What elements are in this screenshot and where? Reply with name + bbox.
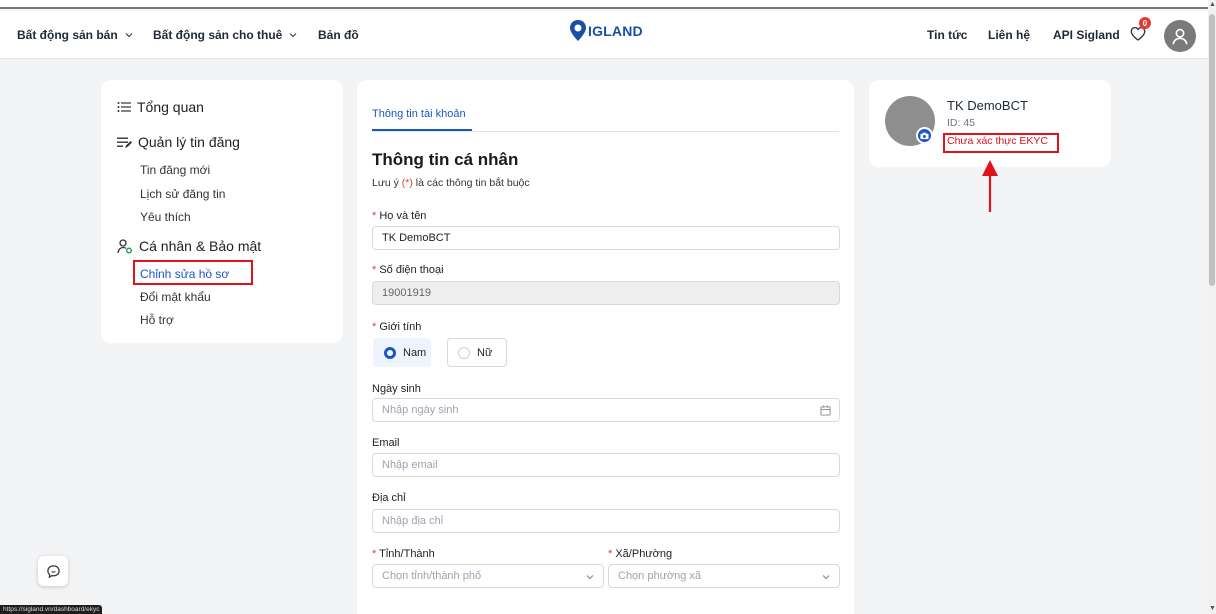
profile-name: TK DemoBCT — [947, 98, 1028, 113]
nav-api-link[interactable]: API Sigland — [1053, 28, 1120, 42]
sidebar-item-favorites[interactable]: Yêu thích — [140, 210, 191, 224]
scroll-up-arrow-icon[interactable]: ▲ — [1209, 1, 1216, 8]
birthday-label: Ngày sinh — [372, 383, 421, 395]
province-label-text: Tỉnh/Thành — [379, 548, 435, 560]
nav-news-link[interactable]: Tin tức — [927, 28, 967, 42]
profile-id: ID: 45 — [947, 117, 976, 129]
sidebar-account-title: Cá nhân & Bảo mật — [139, 238, 262, 254]
nav-sale-menu[interactable]: Bất động sản bán — [17, 28, 134, 42]
nav-map-link[interactable]: Bản đồ — [318, 28, 359, 42]
change-avatar-button[interactable] — [916, 127, 933, 144]
required-asterisk: * — [372, 210, 377, 222]
sidebar-item-listing-history[interactable]: Lịch sử đăng tin — [140, 187, 225, 201]
chat-support-button[interactable] — [38, 556, 68, 586]
nav-map-label: Bản đồ — [318, 28, 359, 42]
ward-label-text: Xã/Phường — [615, 548, 673, 560]
required-note-prefix: Lưu ý — [372, 177, 402, 189]
gender-label: * Giới tính — [372, 321, 421, 333]
nav-contact-link[interactable]: Liên hệ — [988, 28, 1030, 42]
favorites-button[interactable]: 0 — [1129, 17, 1151, 45]
fullname-label-text: Họ và tên — [379, 210, 427, 222]
browser-top-edge — [0, 0, 1216, 9]
province-placeholder: Chọn tỉnh/thành phố — [382, 570, 482, 582]
sidebar-item-overview[interactable]: Tổng quan — [117, 99, 204, 115]
email-input[interactable]: Nhập email — [372, 453, 840, 477]
gender-option-female[interactable]: Nữ — [447, 338, 507, 367]
top-navbar: Bất động sản bán Bất động sản cho thuê B… — [0, 11, 1208, 59]
nav-rent-menu[interactable]: Bất động sản cho thuê — [153, 28, 298, 42]
calendar-icon[interactable] — [820, 405, 831, 416]
sidebar-menu-card: Tổng quan Quản lý tin đăng Tin đăng mới … — [101, 80, 343, 343]
scrollbar-thumb[interactable] — [1209, 14, 1215, 286]
sidebar-group-account[interactable]: Cá nhân & Bảo mật — [117, 238, 261, 254]
sidebar-listings-title: Quản lý tin đăng — [138, 134, 240, 150]
ward-placeholder: Chọn phường xã — [618, 570, 702, 582]
email-label: Email — [372, 437, 400, 449]
fullname-input[interactable]: TK DemoBCT — [372, 226, 840, 250]
required-note-mark: (*) — [401, 177, 413, 189]
chevron-down-icon — [822, 575, 830, 580]
phone-input: 19001919 — [372, 281, 840, 305]
ward-label: * Xã/Phường — [608, 548, 672, 560]
user-icon — [1172, 28, 1188, 45]
profile-summary-card: TK DemoBCT ID: 45 Chưa xác thực EKYC — [869, 80, 1111, 167]
province-label: * Tỉnh/Thành — [372, 548, 435, 560]
annotation-highlight-edit-profile — [133, 260, 253, 285]
sidebar-group-listings[interactable]: Quản lý tin đăng — [117, 134, 240, 150]
sidebar-item-new-listing[interactable]: Tin đăng mới — [140, 163, 210, 177]
favorites-badge: 0 — [1139, 17, 1151, 29]
gender-option-male[interactable]: Nam — [373, 338, 431, 367]
list-edit-icon — [117, 137, 132, 148]
radio-unchecked-icon — [458, 346, 470, 359]
province-select[interactable]: Chọn tỉnh/thành phố — [372, 564, 604, 588]
nav-sale-label: Bất động sản bán — [17, 28, 118, 42]
address-label: Địa chỉ — [372, 492, 406, 504]
nav-news-label: Tin tức — [927, 28, 968, 42]
chevron-down-icon — [586, 575, 594, 580]
tab-account-info[interactable]: Thông tin tài khoản — [372, 108, 466, 120]
radio-checked-icon — [384, 346, 396, 359]
phone-label: * Số điện thoại — [372, 264, 444, 276]
user-menu-avatar[interactable] — [1164, 20, 1196, 52]
required-note-suffix: là các thông tin bắt buộc — [412, 177, 530, 189]
required-note: Lưu ý (*) là các thông tin bắt buộc — [372, 177, 530, 189]
nav-api-label: API Sigland — [1053, 28, 1120, 42]
birthday-input[interactable]: Nhập ngày sinh — [372, 398, 840, 422]
sidebar-overview-label: Tổng quan — [137, 99, 204, 115]
browser-status-url: https://sigland.vn/dashboard/ekyc — [0, 605, 103, 614]
gender-female-label: Nữ — [477, 346, 493, 359]
ward-select[interactable]: Chọn phường xã — [608, 564, 840, 588]
tab-divider — [372, 131, 839, 132]
user-settings-icon — [117, 238, 132, 253]
phone-label-text: Số điện thoại — [379, 264, 444, 276]
required-asterisk: * — [372, 548, 377, 560]
chevron-down-icon — [125, 33, 133, 38]
required-asterisk: * — [372, 321, 377, 333]
sidebar-item-change-password[interactable]: Đổi mật khẩu — [140, 290, 211, 304]
section-title: Thông tin cá nhân — [372, 150, 519, 169]
fullname-label: * Họ và tên — [372, 210, 426, 222]
sidebar-item-support[interactable]: Hỗ trợ — [140, 313, 174, 327]
camera-icon — [920, 132, 929, 139]
nav-rent-label: Bất động sản cho thuê — [153, 28, 283, 42]
required-asterisk: * — [608, 548, 613, 560]
gender-male-label: Nam — [403, 346, 427, 359]
address-input[interactable]: Nhập địa chỉ — [372, 509, 840, 533]
scroll-down-arrow-icon[interactable]: ▼ — [1209, 605, 1216, 612]
chevron-down-icon — [289, 33, 297, 38]
chat-bubble-icon — [46, 564, 60, 578]
map-pin-icon — [570, 20, 586, 41]
annotation-highlight-ekyc — [943, 133, 1059, 153]
site-logo[interactable]: IGLAND — [568, 19, 643, 43]
annotation-arrow-icon — [982, 160, 998, 212]
profile-form-card: Thông tin tài khoản Thông tin cá nhân Lư… — [357, 80, 854, 614]
nav-contact-label: Liên hệ — [988, 28, 1031, 42]
birthday-placeholder: Nhập ngày sinh — [382, 404, 459, 416]
logo-text: IGLAND — [588, 23, 643, 39]
list-icon — [117, 102, 131, 112]
required-asterisk: * — [372, 264, 377, 276]
gender-label-text: Giới tính — [379, 321, 422, 333]
